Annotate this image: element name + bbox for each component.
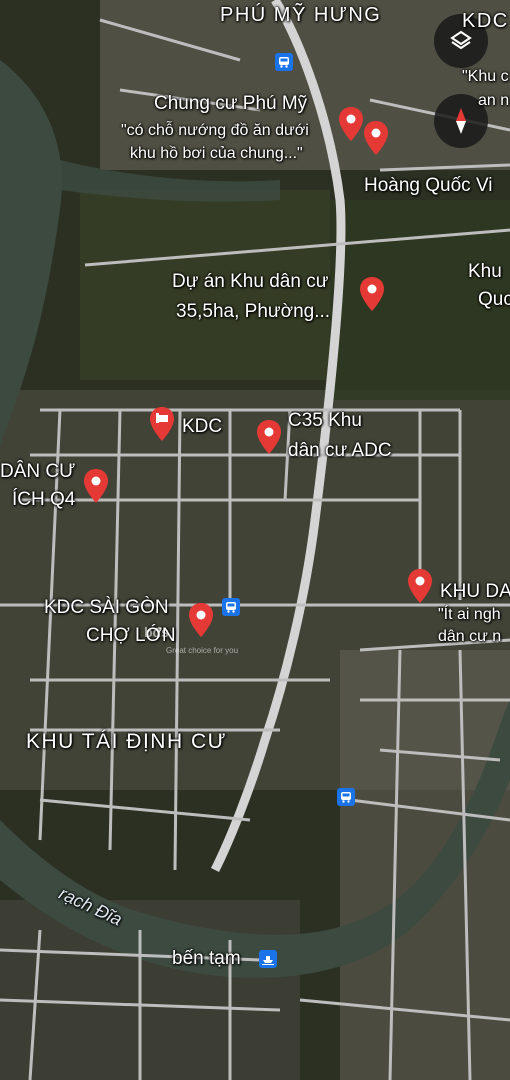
place-note-an: an n <box>478 92 510 109</box>
area-label-quc-right: Quc <box>478 289 510 310</box>
bus-icon <box>279 57 289 68</box>
place-title-du-an-line1[interactable]: Dự án Khu dân cư <box>172 271 328 293</box>
place-title-c35-line1[interactable]: C35 Khu <box>288 410 362 432</box>
watermark-logo: bđs <box>144 624 169 640</box>
bus-icon <box>341 792 351 803</box>
area-label-kdc-top: KDC <box>462 10 509 32</box>
place-note-khu-top: "Khu c <box>462 68 509 85</box>
place-title-c35-line2[interactable]: dân cư ADC <box>288 440 392 462</box>
area-label-phu-my-hung: PHÚ MỸ HƯNG <box>220 4 382 26</box>
area-label-khu-right: Khu <box>468 261 502 282</box>
area-label-khu-da: KHU DA <box>440 581 510 602</box>
place-title-du-an-line2[interactable]: 35,5ha, Phường... <box>176 301 330 323</box>
ferry-icon <box>262 956 274 965</box>
map-view[interactable]: PHÚ MỸ HƯNG KDC KHU TÁI ĐỊNH CƯ Khu Quc … <box>0 0 510 1080</box>
compass-icon <box>456 108 466 134</box>
area-label-dan-cu: DÂN CƯ <box>0 461 76 482</box>
place-label-hoang-quoc-viet[interactable]: Hoàng Quốc Vi <box>364 175 493 197</box>
map-pin-icon[interactable] <box>338 106 364 142</box>
area-label-kdc-sai-gon: KDC SÀI GÒN <box>44 597 169 618</box>
map-pin-icon[interactable] <box>359 276 385 312</box>
layers-icon <box>450 30 472 50</box>
bus-icon <box>226 602 236 613</box>
map-pin-icon[interactable] <box>188 602 214 638</box>
place-note-it-ai-line2: dân cư n <box>438 628 502 645</box>
place-label-kdc-hotel[interactable]: KDC <box>182 416 222 438</box>
map-pin-icon[interactable] <box>256 419 282 455</box>
watermark-tagline: Great choice for you <box>166 646 239 655</box>
bus-stop[interactable] <box>337 788 355 806</box>
map-pin-icon[interactable] <box>363 120 389 156</box>
place-note-it-ai-line1: "Ít ai ngh <box>438 606 501 623</box>
bus-stop[interactable] <box>275 53 293 71</box>
map-pin-icon[interactable] <box>407 568 433 604</box>
place-note-line2: khu hồ bơi của chung..." <box>130 145 303 162</box>
map-pin-icon[interactable] <box>83 468 109 504</box>
hotel-pin-icon[interactable] <box>149 406 175 442</box>
ferry-stop[interactable] <box>259 950 277 968</box>
place-note-line1: "có chỗ nướng đồ ăn dưới <box>121 122 309 139</box>
area-label-khu-tai-dinh-cu: KHU TÁI ĐỊNH CƯ <box>26 730 228 753</box>
place-title-chung-cu-phu-my[interactable]: Chung cư Phú Mỹ <box>154 93 307 115</box>
place-label-ben-tam[interactable]: bến tạm <box>172 948 241 970</box>
area-label-ich-q4: ÍCH Q4 <box>12 489 76 510</box>
bus-stop[interactable] <box>222 598 240 616</box>
